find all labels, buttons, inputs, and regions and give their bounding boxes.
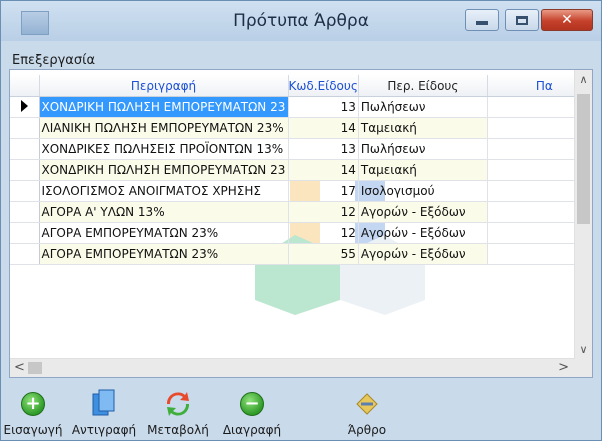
vertical-scrollbar[interactable]: ∧ ∨: [574, 70, 592, 359]
insert-button[interactable]: + Εισαγωγή: [1, 389, 65, 437]
cell-description[interactable]: ΛΙΑΝΙΚΗ ΠΩΛΗΣΗ ΕΜΠΟΡΕΥΜΑΤΩΝ 23%: [39, 117, 289, 139]
cell-extra[interactable]: [487, 159, 578, 181]
row-indicator: [10, 117, 40, 139]
maximize-icon: [506, 10, 538, 30]
cell-code[interactable]: 14: [288, 159, 359, 181]
cell-extra[interactable]: [487, 201, 578, 223]
menu-edit[interactable]: Επεξεργασία: [10, 53, 97, 68]
cell-code[interactable]: 12: [288, 201, 359, 223]
horizontal-scrollbar[interactable]: < >: [10, 358, 575, 377]
scroll-down-icon[interactable]: ∨: [575, 343, 592, 356]
current-row-pointer-icon: [20, 99, 28, 112]
row-indicator: [10, 243, 40, 265]
indicator-header: [10, 75, 40, 97]
close-icon: ✕: [561, 12, 573, 28]
cell-extra[interactable]: [487, 243, 578, 265]
maximize-button[interactable]: [505, 9, 539, 31]
cell-code[interactable]: 17: [288, 180, 359, 202]
scroll-left-icon[interactable]: <: [14, 359, 25, 377]
table-row[interactable]: ΑΓΟΡΑ Α' ΥΛΩΝ 13% 12 Αγορών - Εξόδων: [10, 201, 578, 223]
scroll-up-icon[interactable]: ∧: [575, 73, 592, 86]
minimize-icon: [466, 10, 498, 30]
row-indicator: [10, 201, 40, 223]
minimize-button[interactable]: [465, 9, 499, 31]
cell-description[interactable]: ΑΓΟΡΑ ΕΜΠΟΡΕΥΜΑΤΩΝ 23%: [39, 243, 289, 265]
cell-extra[interactable]: [487, 96, 578, 118]
row-indicator: [10, 180, 40, 202]
refresh-arrows-icon: [166, 392, 190, 416]
scroll-right-icon[interactable]: >: [558, 359, 569, 377]
row-indicator: [10, 222, 40, 244]
vertical-scroll-thumb[interactable]: [577, 94, 590, 224]
cell-type[interactable]: Αγορών - Εξόδων: [358, 201, 488, 223]
cell-code[interactable]: 13: [288, 96, 359, 118]
cell-extra[interactable]: [487, 138, 578, 160]
modify-label: Μεταβολή: [147, 423, 209, 437]
row-indicator: [10, 159, 40, 181]
copy-pages-icon: [92, 389, 115, 416]
cell-type[interactable]: Ισολογισμού: [358, 180, 488, 202]
scrollbar-corner: [575, 359, 592, 377]
table-row[interactable]: ΑΓΟΡΑ ΕΜΠΟΡΕΥΜΑΤΩΝ 23% 55 Αγορών - Εξόδω…: [10, 243, 578, 265]
copy-button[interactable]: Αντιγραφή: [67, 389, 141, 437]
table-row[interactable]: ΙΣΟΛΟΓΙΣΜΟΣ ΑΝΟΙΓΜΑΤΟΣ ΧΡΗΣΗΣ 17 Ισολογι…: [10, 180, 578, 202]
titlebar[interactable]: Πρότυπα Άρθρα ✕: [1, 1, 601, 41]
grid-panel: Περιγραφή Κωδ.Είδους Περ. Είδους Πα ΧΟΝΔ…: [9, 69, 593, 378]
row-indicator: [10, 96, 40, 118]
cell-code[interactable]: 12: [288, 222, 359, 244]
cell-extra[interactable]: [487, 180, 578, 202]
column-header-code[interactable]: Κωδ.Είδους: [288, 75, 359, 97]
cell-extra[interactable]: [487, 117, 578, 139]
article-label: Άρθρο: [347, 423, 387, 437]
plus-circle-icon: +: [21, 392, 45, 416]
cell-description[interactable]: ΙΣΟΛΟΓΙΣΜΟΣ ΑΝΟΙΓΜΑΤΟΣ ΧΡΗΣΗΣ: [39, 180, 289, 202]
cell-type[interactable]: Ταμειακή: [358, 117, 488, 139]
table-header-row: Περιγραφή Κωδ.Είδους Περ. Είδους Πα: [10, 75, 578, 97]
cell-type[interactable]: Πωλήσεων: [358, 96, 488, 118]
cell-description[interactable]: ΧΟΝΔΡΙΚΕΣ ΠΩΛΗΣΕΙΣ ΠΡΟΪΟΝΤΩΝ 13%: [39, 138, 289, 160]
cell-code[interactable]: 55: [288, 243, 359, 265]
menubar: Επεξεργασία: [10, 49, 97, 69]
column-header-extra[interactable]: Πα: [487, 75, 578, 97]
delete-label: Διαγραφή: [222, 423, 282, 437]
delete-button[interactable]: − Διαγραφή: [215, 389, 289, 437]
cell-description[interactable]: ΧΟΝΔΡΙΚΗ ΠΩΛΗΣΗ ΕΜΠΟΡΕΥΜΑΤΩΝ 23: [39, 159, 289, 181]
column-header-description[interactable]: Περιγραφή: [39, 75, 289, 97]
horizontal-scroll-thumb[interactable]: [28, 362, 42, 374]
table-row[interactable]: ΧΟΝΔΡΙΚΗ ΠΩΛΗΣΗ ΕΜΠΟΡΕΥΜΑΤΩΝ 23 14 Ταμει…: [10, 159, 578, 181]
table-row[interactable]: ΑΓΟΡΑ ΕΜΠΟΡΕΥΜΑΤΩΝ 23% 12 Αγορών - Εξόδω…: [10, 222, 578, 244]
article-button[interactable]: Άρθρο: [339, 389, 395, 437]
cell-description[interactable]: ΑΓΟΡΑ Α' ΥΛΩΝ 13%: [39, 201, 289, 223]
toolbar: + Εισαγωγή Αντιγραφή Μεταβολή − Διαγραφή…: [1, 381, 601, 441]
table-row[interactable]: ΧΟΝΔΡΙΚΗ ΠΩΛΗΣΗ ΕΜΠΟΡΕΥΜΑΤΩΝ 23 13 Πωλήσ…: [10, 96, 578, 118]
modify-button[interactable]: Μεταβολή: [141, 389, 215, 437]
insert-label: Εισαγωγή: [3, 423, 63, 437]
copy-label: Αντιγραφή: [71, 423, 137, 437]
close-button[interactable]: ✕: [541, 9, 593, 31]
cell-description[interactable]: ΧΟΝΔΡΙΚΗ ΠΩΛΗΣΗ ΕΜΠΟΡΕΥΜΑΤΩΝ 23: [39, 96, 289, 118]
column-header-type[interactable]: Περ. Είδους: [358, 75, 488, 97]
cell-type[interactable]: Ταμειακή: [358, 159, 488, 181]
table-row[interactable]: ΧΟΝΔΡΙΚΕΣ ΠΩΛΗΣΕΙΣ ΠΡΟΪΟΝΤΩΝ 13% 13 Πωλή…: [10, 138, 578, 160]
pencil-article-icon: [356, 393, 378, 415]
articles-table: Περιγραφή Κωδ.Είδους Περ. Είδους Πα ΧΟΝΔ…: [10, 75, 578, 265]
cell-description[interactable]: ΑΓΟΡΑ ΕΜΠΟΡΕΥΜΑΤΩΝ 23%: [39, 222, 289, 244]
cell-type[interactable]: Πωλήσεων: [358, 138, 488, 160]
cell-extra[interactable]: [487, 222, 578, 244]
minus-circle-icon: −: [240, 392, 264, 416]
cell-code[interactable]: 14: [288, 117, 359, 139]
cell-code[interactable]: 13: [288, 138, 359, 160]
row-indicator: [10, 138, 40, 160]
cell-type[interactable]: Αγορών - Εξόδων: [358, 222, 488, 244]
cell-type[interactable]: Αγορών - Εξόδων: [358, 243, 488, 265]
table-row[interactable]: ΛΙΑΝΙΚΗ ΠΩΛΗΣΗ ΕΜΠΟΡΕΥΜΑΤΩΝ 23% 14 Ταμει…: [10, 117, 578, 139]
window: Πρότυπα Άρθρα ✕ Επεξεργασία Περιγραφή Κω…: [0, 0, 602, 441]
